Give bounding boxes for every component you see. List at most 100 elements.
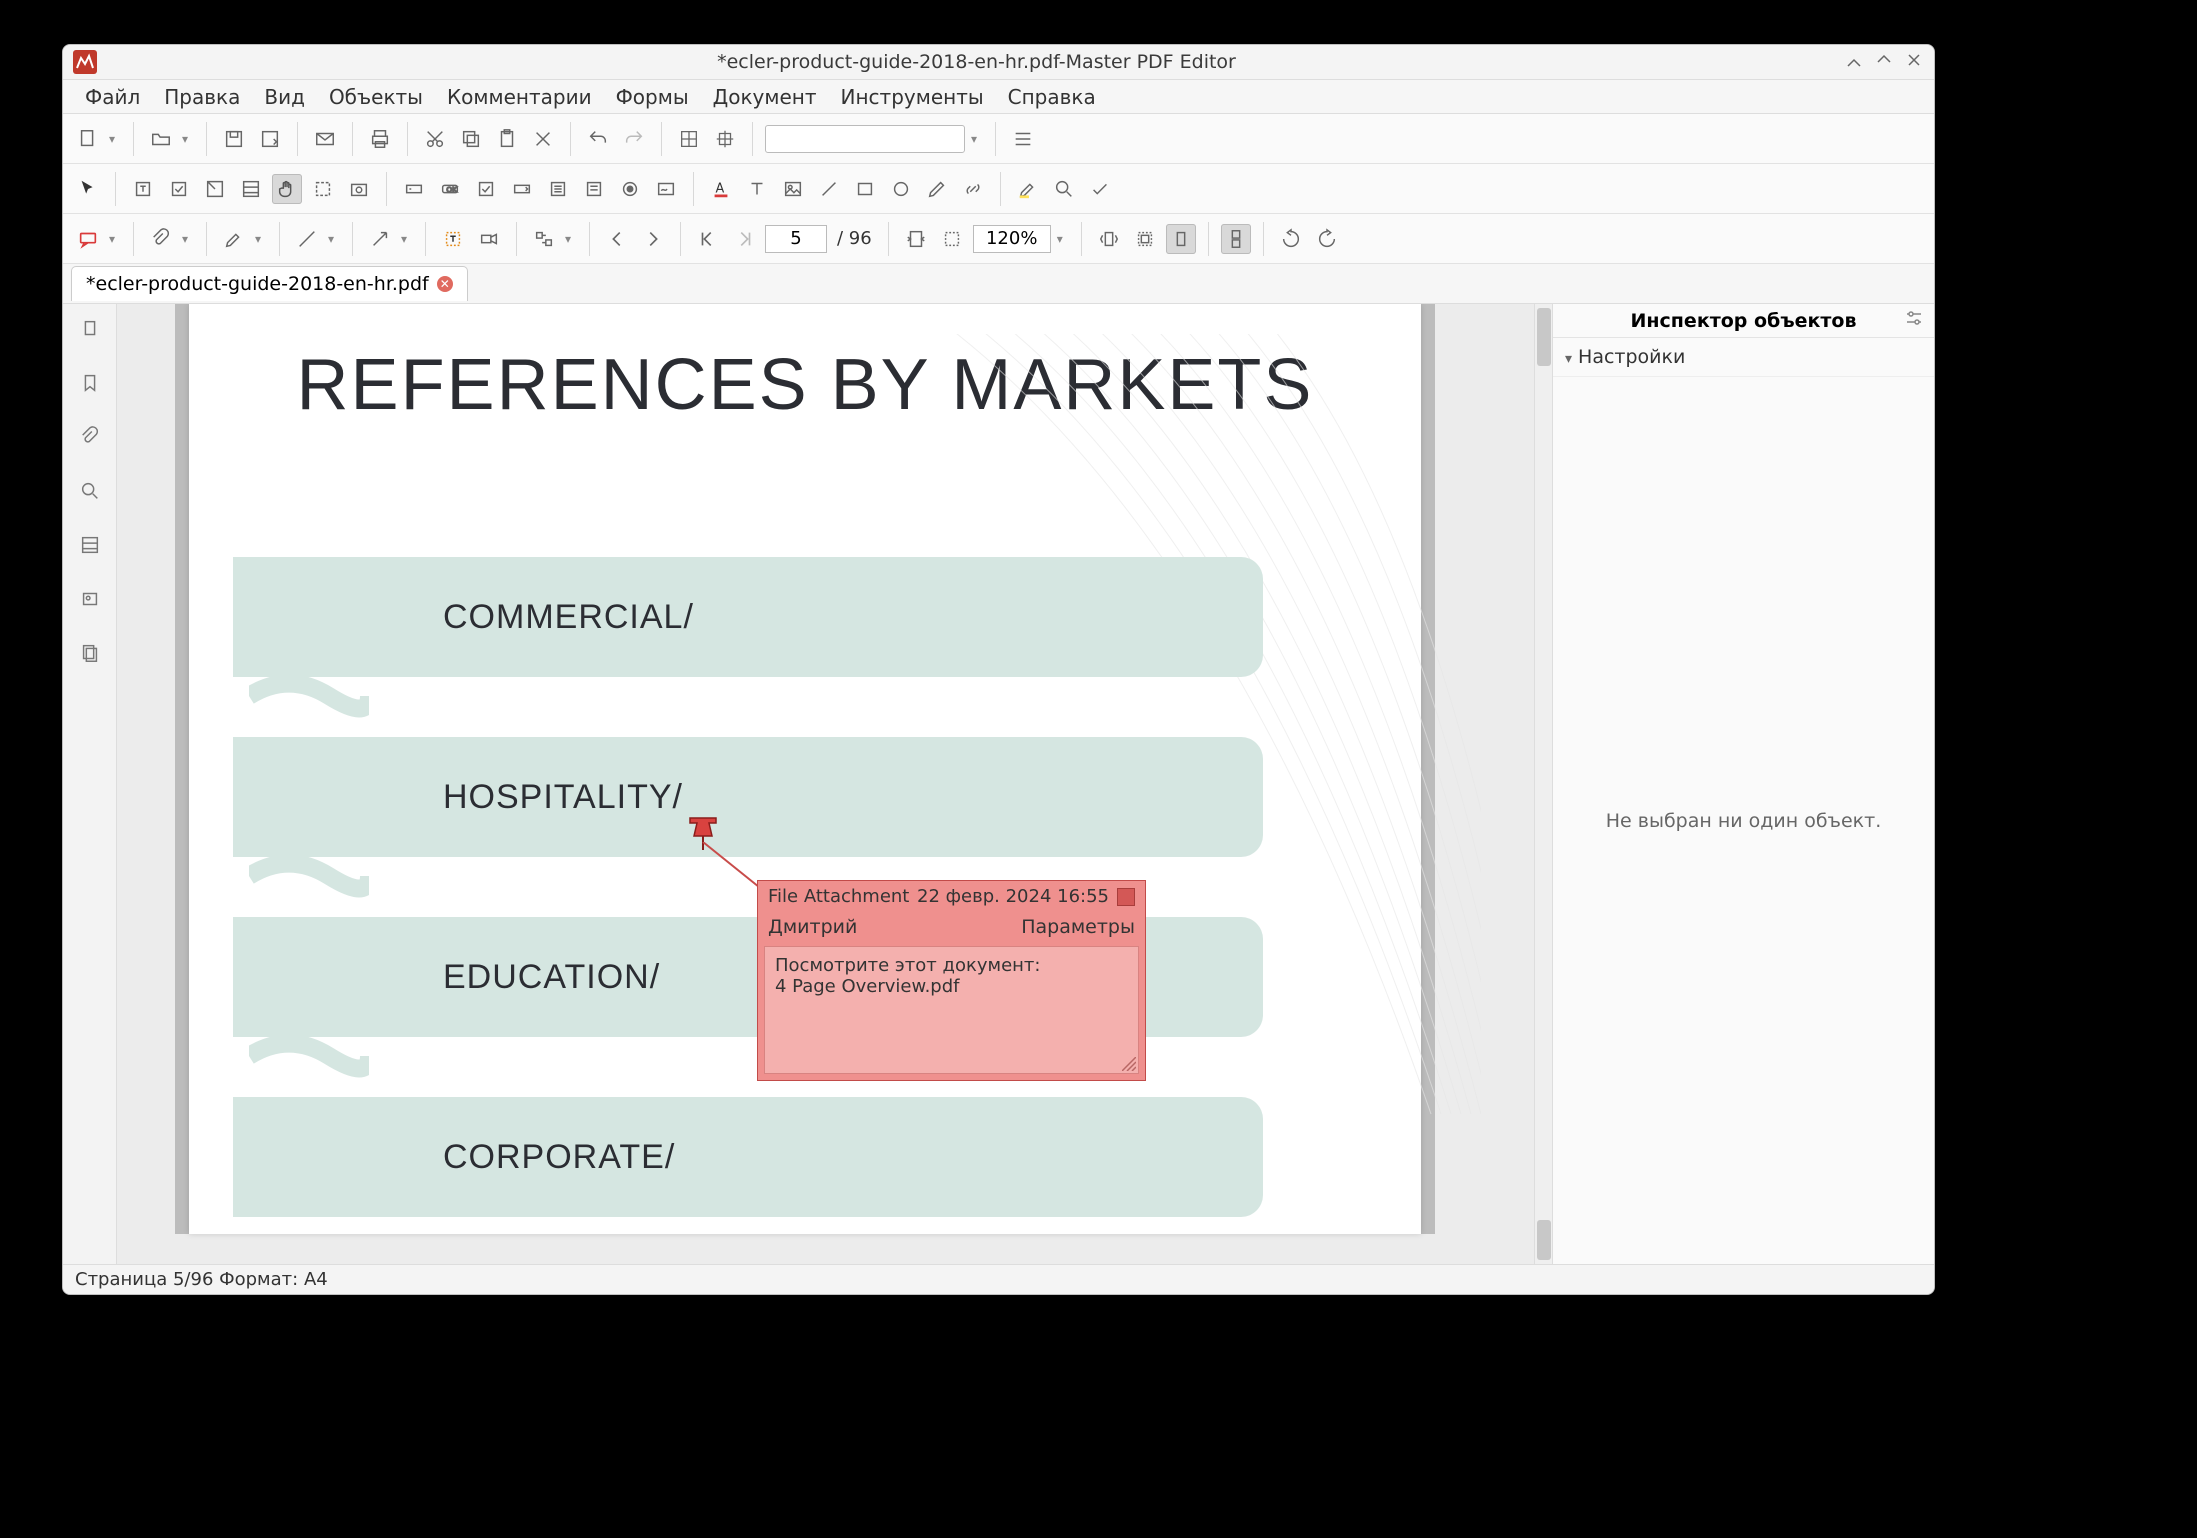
rotate-right-button[interactable]	[1312, 224, 1342, 254]
text-tool[interactable]	[742, 174, 772, 204]
search-input[interactable]	[765, 125, 965, 153]
menu-document[interactable]: Документ	[701, 80, 829, 114]
pencil-tool[interactable]	[922, 174, 952, 204]
cut-button[interactable]	[420, 124, 450, 154]
dropdown-icon[interactable]: ▾	[182, 132, 194, 146]
menu-comments[interactable]: Комментарии	[435, 80, 604, 114]
fit-page-button[interactable]	[901, 224, 931, 254]
redo-button[interactable]	[619, 124, 649, 154]
search-panel-button[interactable]	[75, 476, 105, 506]
textfield-tool[interactable]	[399, 174, 429, 204]
radio-tool[interactable]	[615, 174, 645, 204]
note-options[interactable]: Параметры	[1021, 916, 1135, 938]
arrow-tool[interactable]	[365, 224, 395, 254]
print-button[interactable]	[365, 124, 395, 154]
stamp-tool[interactable]	[474, 224, 504, 254]
bookmarks-panel-button[interactable]	[75, 368, 105, 398]
dropdown-icon[interactable]: ▾	[565, 232, 577, 246]
dropdown-icon[interactable]: ▾	[182, 232, 194, 246]
settings-icon[interactable]	[1904, 308, 1924, 333]
menu-objects[interactable]: Объекты	[317, 80, 435, 114]
dropdown-icon[interactable]: ▾	[109, 132, 121, 146]
vertical-scrollbar[interactable]	[1534, 304, 1552, 1264]
next-page-button[interactable]	[638, 224, 668, 254]
signatures-panel-button[interactable]	[75, 584, 105, 614]
copy-button[interactable]	[456, 124, 486, 154]
menu-help[interactable]: Справка	[996, 80, 1108, 114]
dropdown-icon[interactable]: ▾	[328, 232, 340, 246]
text-annot-tool[interactable]	[438, 224, 468, 254]
zoom-input[interactable]	[973, 225, 1051, 253]
signature-tool[interactable]	[651, 174, 681, 204]
layers-panel-button[interactable]	[75, 638, 105, 668]
checkbox-tool[interactable]	[471, 174, 501, 204]
hand-tool[interactable]	[272, 174, 302, 204]
note-body[interactable]: Посмотрите этот документ: 4 Page Overvie…	[764, 946, 1139, 1074]
tab-close-icon[interactable]: ✕	[437, 276, 453, 292]
rect-tool[interactable]	[850, 174, 880, 204]
check-tool[interactable]	[1085, 174, 1115, 204]
layout-single-button[interactable]	[1094, 224, 1124, 254]
marker-tool[interactable]	[219, 224, 249, 254]
open-button[interactable]	[146, 124, 176, 154]
resize-handle-icon[interactable]	[1122, 1057, 1136, 1071]
minimize-button[interactable]	[1846, 52, 1862, 72]
menu-view[interactable]: Вид	[252, 80, 317, 114]
menu-edit[interactable]: Правка	[152, 80, 252, 114]
save-as-button[interactable]	[255, 124, 285, 154]
prev-page-button[interactable]	[602, 224, 632, 254]
document-viewport[interactable]: REFERENCES BY MARKETS COMMERCIAL/ HOSPIT…	[117, 304, 1534, 1264]
pages-panel-button[interactable]	[75, 314, 105, 344]
dropdown-icon[interactable]: ▾	[255, 232, 267, 246]
inspector-section[interactable]: Настройки	[1553, 338, 1934, 377]
comment-tool[interactable]	[73, 224, 103, 254]
ellipse-tool[interactable]	[886, 174, 916, 204]
nav-back-button[interactable]	[693, 224, 723, 254]
dropdown-icon[interactable]: ▾	[401, 232, 413, 246]
text-color-tool[interactable]: A	[706, 174, 736, 204]
delete-button[interactable]	[528, 124, 558, 154]
fit-width-button[interactable]	[937, 224, 967, 254]
image-tool[interactable]	[778, 174, 808, 204]
link-tool[interactable]	[958, 174, 988, 204]
form-tool[interactable]	[200, 174, 230, 204]
listbox2-tool[interactable]	[579, 174, 609, 204]
edit-object-tool[interactable]	[164, 174, 194, 204]
nav-fwd-button[interactable]	[729, 224, 759, 254]
scrollbar-thumb[interactable]	[1537, 1220, 1551, 1260]
attachment-tool[interactable]	[146, 224, 176, 254]
rotate-left-button[interactable]	[1276, 224, 1306, 254]
continuous-button[interactable]	[1221, 224, 1251, 254]
text-select-tool[interactable]	[128, 174, 158, 204]
save-button[interactable]	[219, 124, 249, 154]
crop-tool[interactable]	[308, 174, 338, 204]
undo-button[interactable]	[583, 124, 613, 154]
dropdown-icon[interactable]: ▾	[109, 232, 121, 246]
menu-file[interactable]: Файл	[73, 80, 152, 114]
close-button[interactable]	[1906, 52, 1922, 72]
combobox-tool[interactable]	[507, 174, 537, 204]
attachment-popup[interactable]: File Attachment 22 февр. 2024 16:55 Дмит…	[757, 880, 1146, 1081]
grid-button[interactable]	[674, 124, 704, 154]
mail-button[interactable]	[310, 124, 340, 154]
new-button[interactable]	[73, 124, 103, 154]
thumbnails-panel-button[interactable]	[75, 530, 105, 560]
button-tool[interactable]: OK	[435, 174, 465, 204]
snapshot-tool[interactable]	[344, 174, 374, 204]
pen-tool[interactable]	[292, 224, 322, 254]
dropdown-icon[interactable]: ▾	[971, 132, 983, 146]
pointer-tool[interactable]	[73, 174, 103, 204]
zoom-tool[interactable]	[1049, 174, 1079, 204]
line-tool[interactable]	[814, 174, 844, 204]
attachments-panel-button[interactable]	[75, 422, 105, 452]
menu-tools[interactable]: Инструменты	[829, 80, 996, 114]
listbox-tool[interactable]	[543, 174, 573, 204]
dropdown-icon[interactable]: ▾	[1057, 232, 1069, 246]
highlight-tool[interactable]	[1013, 174, 1043, 204]
page-input[interactable]	[765, 225, 827, 253]
layout-cont-button[interactable]	[1130, 224, 1160, 254]
maximize-button[interactable]	[1876, 52, 1892, 72]
snap-button[interactable]	[710, 124, 740, 154]
scrollbar-thumb[interactable]	[1537, 308, 1551, 366]
menu-forms[interactable]: Формы	[604, 80, 701, 114]
